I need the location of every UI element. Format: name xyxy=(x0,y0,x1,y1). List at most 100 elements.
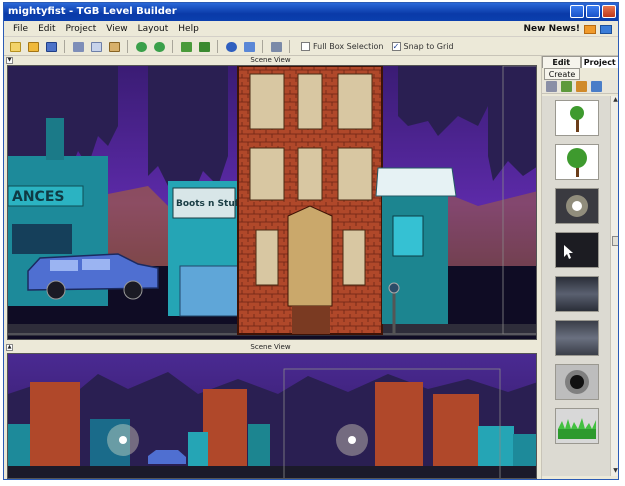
full-box-selection-checkbox[interactable]: Full Box Selection xyxy=(301,42,384,51)
scene-view-overview[interactable] xyxy=(7,353,537,479)
menu-project[interactable]: Project xyxy=(61,21,102,37)
panel-tabs: Edit Project xyxy=(542,56,618,68)
clipboard-icon xyxy=(108,41,120,52)
lamp-light xyxy=(119,436,127,444)
news-label[interactable]: New News! xyxy=(524,24,581,34)
lamp-light xyxy=(348,436,356,444)
stairs xyxy=(292,306,330,334)
building-silhouette xyxy=(488,66,536,181)
tab-edit[interactable]: Edit xyxy=(542,56,581,68)
monitor-icon xyxy=(270,41,282,52)
menu-edit[interactable]: Edit xyxy=(33,21,60,37)
toolbar-separator xyxy=(127,40,128,53)
awning xyxy=(375,167,457,197)
settings-icon[interactable] xyxy=(546,81,557,92)
scene-view-header-bottom: ▲ Scene View xyxy=(4,343,537,352)
folder-icon xyxy=(27,41,39,52)
menu-view[interactable]: View xyxy=(101,21,132,37)
toolbar: Full Box Selection ✓ Snap to Grid xyxy=(4,38,618,56)
toolbar-separator xyxy=(64,40,65,53)
asset-scrollbar[interactable]: ▲ ▼ xyxy=(610,96,618,476)
redo-icon xyxy=(153,41,165,52)
panel-toolbar xyxy=(542,80,618,94)
thumbnail-tree-small[interactable] xyxy=(555,100,599,136)
undo-icon xyxy=(135,41,147,52)
window-title: mightyfist - TGB Level Builder xyxy=(8,6,177,17)
add-layer-button[interactable] xyxy=(178,40,194,54)
overview-car xyxy=(148,450,186,464)
thumbnail-glow-light[interactable] xyxy=(555,188,599,224)
layer-button[interactable] xyxy=(196,40,212,54)
menu-help[interactable]: Help xyxy=(173,21,204,37)
camera-button[interactable] xyxy=(268,40,284,54)
menu-file[interactable]: File xyxy=(8,21,33,37)
redo-button[interactable] xyxy=(151,40,167,54)
maximize-button[interactable] xyxy=(586,5,600,18)
thumbnail-fog-texture-2[interactable] xyxy=(555,320,599,356)
toolbar-separator xyxy=(217,40,218,53)
disk-icon xyxy=(45,41,57,52)
open-button[interactable] xyxy=(25,40,41,54)
minimize-button[interactable] xyxy=(570,5,584,18)
toolbar-separator xyxy=(172,40,173,53)
overview-canvas[interactable] xyxy=(8,354,537,479)
scene-canvas[interactable]: ANCES Boots n Stuff xyxy=(8,66,537,340)
scene-view-main[interactable]: ANCES Boots n Stuff xyxy=(7,65,537,340)
asset-list xyxy=(542,96,610,476)
news-icon[interactable] xyxy=(600,24,612,34)
tab-create[interactable]: Create xyxy=(544,68,580,80)
window xyxy=(12,224,72,254)
close-button[interactable] xyxy=(602,5,616,18)
thumbnail-dark-orb[interactable] xyxy=(555,364,599,400)
toolbar-separator xyxy=(262,40,263,53)
collapse-arrow-icon[interactable]: ▼ xyxy=(6,57,13,64)
copy-button[interactable] xyxy=(88,40,104,54)
snap-to-grid-checkbox[interactable]: ✓ Snap to Grid xyxy=(391,42,454,51)
scene-view-header-top: ▼ Scene View xyxy=(4,56,537,65)
new-button[interactable] xyxy=(7,40,23,54)
thumbnail-cursor-preview[interactable] xyxy=(555,232,599,268)
thumbnail-green-grass[interactable] xyxy=(555,408,599,444)
tab-project[interactable]: Project xyxy=(580,56,618,68)
ances-sign: ANCES xyxy=(12,189,64,205)
overview-ground xyxy=(8,466,536,478)
paste-button[interactable] xyxy=(106,40,122,54)
front-door xyxy=(287,205,333,307)
menu-bar: File Edit Project View Layout Help New N… xyxy=(4,21,618,37)
select-button[interactable] xyxy=(241,40,257,54)
play-icon xyxy=(225,41,237,52)
rss-icon[interactable] xyxy=(584,24,596,34)
scroll-down-icon[interactable]: ▼ xyxy=(612,468,618,475)
library-icon[interactable] xyxy=(591,81,602,92)
window-controls xyxy=(570,5,616,18)
copy-icon xyxy=(90,41,102,52)
play-button[interactable] xyxy=(223,40,239,54)
scroll-thumb[interactable] xyxy=(612,236,618,246)
cut-button[interactable] xyxy=(70,40,86,54)
layer-icon xyxy=(198,41,210,52)
image-icon[interactable] xyxy=(561,81,572,92)
shop-sign-text: Boots n Stuff xyxy=(176,199,243,209)
title-bar: mightyfist - TGB Level Builder xyxy=(4,3,618,21)
new-file-icon xyxy=(9,41,21,52)
thumbnail-tree-large[interactable] xyxy=(555,144,599,180)
store-window xyxy=(392,215,424,257)
app-window: mightyfist - TGB Level Builder File Edit… xyxy=(3,2,619,480)
layer-add-icon xyxy=(180,41,192,52)
palette-icon[interactable] xyxy=(576,81,587,92)
full-box-selection-label: Full Box Selection xyxy=(313,42,384,51)
scene-view-label: Scene View xyxy=(250,343,291,351)
scene-view-label: Scene View xyxy=(250,56,291,64)
save-button[interactable] xyxy=(43,40,59,54)
snap-to-grid-box[interactable]: ✓ xyxy=(391,42,401,51)
thumbnail-fog-texture[interactable] xyxy=(555,276,599,312)
undo-button[interactable] xyxy=(133,40,149,54)
toolbar-separator xyxy=(289,40,290,53)
scroll-up-icon[interactable]: ▲ xyxy=(612,97,618,104)
news-area[interactable]: New News! xyxy=(524,21,612,37)
full-box-selection-box[interactable] xyxy=(301,42,310,51)
dumpster xyxy=(179,265,241,317)
project-panel: Edit Project Create ▲ ▼ xyxy=(541,56,618,479)
menu-layout[interactable]: Layout xyxy=(133,21,174,37)
collapse-arrow-icon[interactable]: ▲ xyxy=(6,344,13,351)
